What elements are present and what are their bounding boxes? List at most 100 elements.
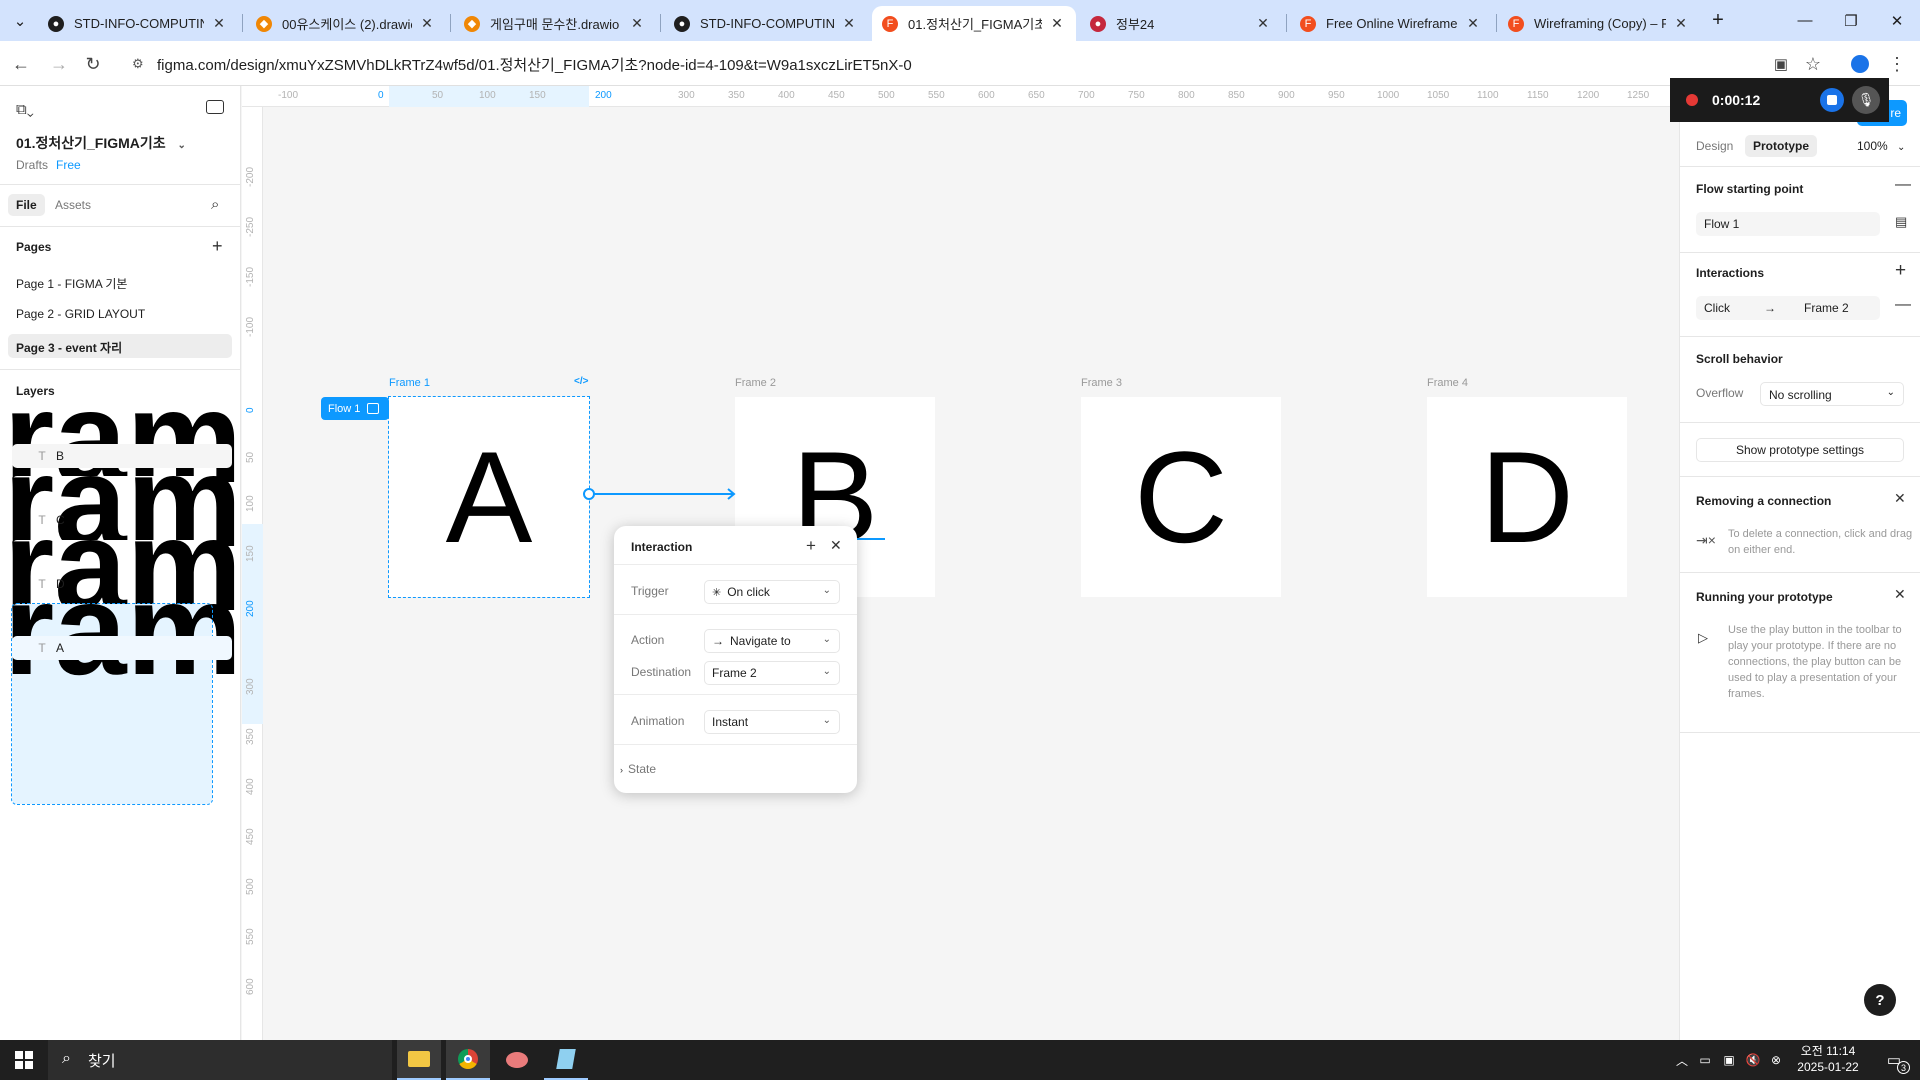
drafts-link[interactable]: Drafts <box>16 158 48 172</box>
add-interaction-icon[interactable]: + <box>806 536 816 556</box>
trigger-select[interactable]: ✳ On click ⌄ <box>704 580 840 604</box>
frame-4-text[interactable]: D <box>1480 422 1574 572</box>
tab-file[interactable]: File <box>8 194 45 216</box>
paint-app-icon[interactable] <box>495 1040 539 1080</box>
connection-hover-indicator <box>855 538 885 540</box>
dev-mode-code-icon[interactable]: </> <box>574 376 588 387</box>
show-prototype-settings-button[interactable]: Show prototype settings <box>1696 438 1904 462</box>
frame-2-label[interactable]: Frame 2 <box>735 377 776 389</box>
file-title[interactable]: 01.정처산기_FIGMA기초 ⌄ <box>16 133 186 153</box>
minimize-icon[interactable]: — <box>1782 0 1828 41</box>
browser-tab-7[interactable]: F Free Online Wireframe K ✕ <box>1290 6 1492 41</box>
divider <box>614 744 857 745</box>
frame-3[interactable]: C <box>1081 397 1281 597</box>
animation-select[interactable]: Instant ⌄ <box>704 710 840 734</box>
back-icon[interactable]: ← <box>6 49 36 79</box>
browser-tab-3[interactable]: ◆ 게임구매 문수찬.drawio ✕ <box>454 6 656 41</box>
remove-interaction-icon[interactable]: — <box>1895 296 1911 314</box>
page-item-1[interactable]: Page 1 - FIGMA 기본 <box>8 270 232 294</box>
notification-center-icon[interactable]: ▭ 3 <box>1874 1040 1914 1080</box>
site-info-icon[interactable]: ⚙ <box>132 56 148 72</box>
chrome-icon[interactable] <box>446 1040 490 1080</box>
interaction-popup: Interaction + ✕ Trigger ✳ On click ⌄ Act… <box>614 526 857 793</box>
page-item-3[interactable]: Page 3 - event 자리 <box>8 334 232 358</box>
bookmark-page-icon[interactable]: ▣ <box>1766 49 1796 79</box>
close-window-icon[interactable]: ✕ <box>1874 0 1920 41</box>
tab-design[interactable]: Design <box>1688 135 1741 157</box>
add-page-icon[interactable]: + <box>212 236 223 257</box>
frame-3-label[interactable]: Frame 3 <box>1081 377 1122 389</box>
volume-muted-icon[interactable]: 🔇 <box>1742 1040 1764 1080</box>
display-icon[interactable]: ▣ <box>1718 1040 1740 1080</box>
action-select[interactable]: → Navigate to ⌄ <box>704 629 840 653</box>
taskbar-search-input[interactable]: ⌕ 찾기 <box>48 1040 392 1080</box>
close-tab-icon[interactable]: ✕ <box>840 15 858 32</box>
overflow-select[interactable]: No scrolling ⌄ <box>1760 382 1904 406</box>
mute-microphone-icon[interactable]: 🎙 <box>1852 86 1880 114</box>
status-x-icon[interactable]: ⊗ <box>1766 1040 1786 1080</box>
search-icon[interactable]: ⌕ <box>211 196 219 213</box>
stop-recording-button[interactable] <box>1820 88 1844 112</box>
star-icon[interactable]: ☆ <box>1798 49 1828 79</box>
restore-icon[interactable]: ❐ <box>1828 0 1874 41</box>
profile-avatar-icon[interactable] <box>1845 49 1875 79</box>
chevron-down-icon: ⌄ <box>822 715 831 726</box>
reload-icon[interactable]: ↻ <box>78 49 108 79</box>
toggle-sidebar-icon[interactable] <box>206 100 224 114</box>
browser-tab-8[interactable]: F Wireframing (Copy) – Fi ✕ <box>1498 6 1700 41</box>
network-icon[interactable]: ▭ <box>1694 1040 1716 1080</box>
frame-1-label[interactable]: Frame 1 <box>389 377 430 389</box>
interaction-row[interactable]: Click → Frame 2 <box>1696 296 1880 320</box>
browser-tab-6[interactable]: ● 정부24 ✕ <box>1080 6 1282 41</box>
flow-name-field[interactable]: Flow 1 <box>1696 212 1880 236</box>
destination-select[interactable]: Frame 2 ⌄ <box>704 661 840 685</box>
flow-starting-badge[interactable]: Flow 1 <box>321 397 389 420</box>
frame-1[interactable]: A <box>388 396 590 598</box>
browser-tab-4[interactable]: ● STD-INFO-COMPUTING- ✕ <box>664 6 868 41</box>
help-button[interactable]: ? <box>1864 984 1896 1016</box>
close-icon[interactable]: ✕ <box>1894 490 1906 507</box>
close-tab-icon[interactable]: ✕ <box>1254 15 1272 32</box>
tab-assets[interactable]: Assets <box>47 194 99 216</box>
frame-1-text[interactable]: A <box>446 422 533 572</box>
browser-tab-2[interactable]: ◆ 00유스케이스 (2).drawio ✕ <box>246 6 446 41</box>
close-icon[interactable]: ✕ <box>830 537 842 554</box>
prototype-connection-arrow[interactable] <box>582 486 742 502</box>
remove-flow-icon[interactable]: — <box>1895 176 1911 194</box>
close-tab-icon[interactable]: ✕ <box>1672 15 1690 32</box>
frame-4[interactable]: D <box>1427 397 1627 597</box>
notepad-app-icon[interactable] <box>544 1040 588 1080</box>
tab-search-chevron-icon[interactable]: ⌄ <box>2 0 38 41</box>
browser-tab-1[interactable]: ● STD-INFO-COMPUTING- ✕ <box>38 6 238 41</box>
close-tab-icon[interactable]: ✕ <box>628 15 646 32</box>
layer-frame-1[interactable]: #Frame 1 <box>0 556 314 805</box>
layer-text-a[interactable]: TA <box>12 636 232 660</box>
frame-3-text[interactable]: C <box>1134 422 1228 572</box>
close-icon[interactable]: ✕ <box>1894 586 1906 603</box>
add-interaction-icon[interactable]: + <box>1895 260 1906 282</box>
close-tab-icon[interactable]: ✕ <box>1048 15 1066 32</box>
state-expander[interactable]: › State <box>620 762 656 776</box>
forward-icon[interactable]: → <box>44 49 74 79</box>
new-tab-icon[interactable]: + <box>1702 0 1734 41</box>
design-canvas[interactable]: -100 0 50 100 150 200 300 350 400 450 50… <box>242 86 1678 1040</box>
browser-menu-icon[interactable]: ⋮ <box>1882 49 1912 79</box>
show-hidden-icons-icon[interactable]: ︿ <box>1672 1040 1692 1080</box>
windows-start-icon[interactable] <box>8 1040 40 1080</box>
close-tab-icon[interactable]: ✕ <box>1464 15 1482 32</box>
close-tab-icon[interactable]: ✕ <box>418 15 436 32</box>
tab-prototype[interactable]: Prototype <box>1745 135 1818 157</box>
ruler-tick: 0 <box>378 90 384 101</box>
taskbar-clock[interactable]: 오전 11:14 2025-01-22 <box>1788 1043 1868 1075</box>
page-item-2[interactable]: Page 2 - GRID LAYOUT <box>8 302 232 326</box>
close-tab-icon[interactable]: ✕ <box>210 15 228 32</box>
ruler-tick: 1100 <box>1477 90 1499 101</box>
zoom-select[interactable]: 100% ⌄ <box>1857 139 1905 153</box>
flow-description-icon[interactable]: ▤ <box>1895 214 1907 230</box>
url-field[interactable]: ⚙ figma.com/design/xmuYxZSMVhDLkRTrZ4wf5… <box>124 47 1804 81</box>
frame-4-label[interactable]: Frame 4 <box>1427 377 1468 389</box>
plan-badge[interactable]: Free <box>56 158 81 172</box>
figma-main-menu-icon[interactable]: ⧉⌄ <box>16 101 34 118</box>
browser-tab-active[interactable]: F 01.정처산기_FIGMA기초 ✕ <box>872 6 1076 41</box>
file-explorer-icon[interactable] <box>397 1040 441 1080</box>
